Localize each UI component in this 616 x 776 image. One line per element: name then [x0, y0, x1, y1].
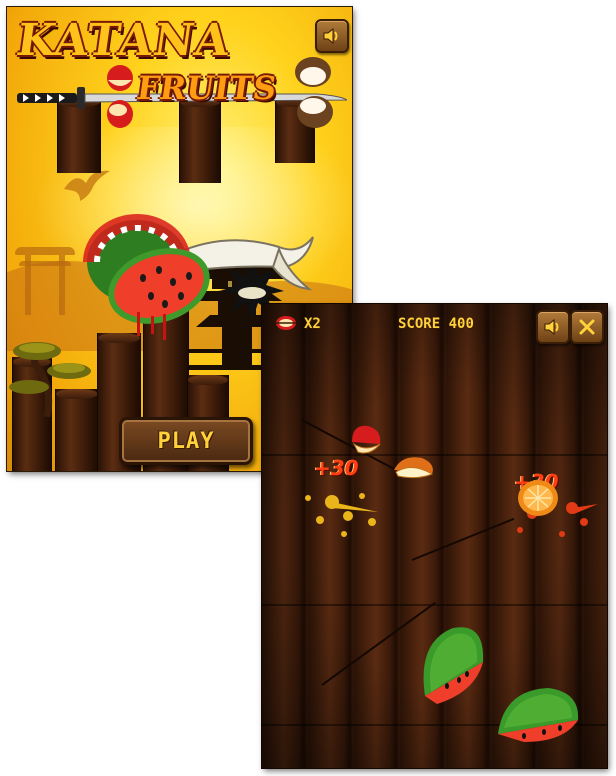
logo-title-fruits: FRUITS: [134, 69, 279, 107]
apple-half: [394, 457, 434, 479]
watermelon-slice: [83, 214, 210, 340]
watermelon-half: [423, 627, 484, 704]
sliced-fruit-icon: [276, 316, 296, 330]
x-icon: [579, 319, 595, 335]
speaker-icon: [323, 28, 338, 44]
close-button[interactable]: [570, 310, 604, 344]
sound-toggle-button[interactable]: [315, 19, 349, 53]
watermelon-half: [498, 688, 579, 742]
score-value: 400: [448, 316, 474, 332]
score-label: SCORE: [398, 316, 441, 332]
coconut-slice-icon: [295, 57, 333, 128]
gameplay-screen: X2 SCORE 400 +30 +30: [262, 304, 607, 768]
apple-slice-icon: [107, 65, 133, 128]
play-button[interactable]: PLAY: [119, 417, 253, 465]
logo-title-katana: KATANA: [13, 15, 234, 66]
score-display: SCORE 400: [398, 316, 474, 332]
juice-splash: [305, 493, 378, 537]
speaker-icon: [544, 319, 559, 335]
apple-half: [352, 425, 381, 454]
sound-toggle-button[interactable]: [536, 310, 570, 344]
combo-multiplier: X2: [304, 316, 321, 332]
bird-silhouette: [64, 170, 110, 201]
orange-half: [518, 480, 558, 516]
